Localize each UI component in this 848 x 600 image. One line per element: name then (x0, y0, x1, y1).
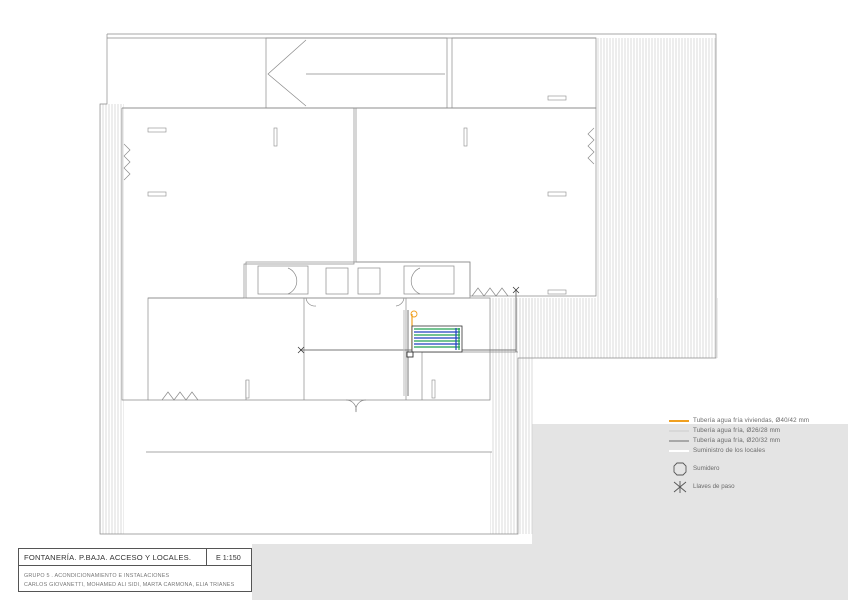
title-block: FONTANERÍA. P.BAJA. ACCESO Y LOCALES. E … (18, 548, 252, 592)
legend-swatch-light (669, 430, 689, 432)
legend-item-llave: Llaves de paso (666, 478, 842, 496)
wall-marker (147, 191, 167, 197)
stair-west (257, 265, 309, 295)
north-room (451, 37, 597, 109)
legend-swatch-grey (669, 440, 689, 442)
sheet-scale: E 1:150 (207, 549, 252, 566)
wall-marker (431, 379, 436, 399)
drawing-sheet: Tubería agua fría viviendas, Ø40/42 mm T… (0, 0, 848, 600)
pavement-hatch-left (100, 104, 124, 534)
north-ramp-room (265, 37, 448, 109)
wall-marker (245, 379, 250, 399)
lift-west (325, 267, 349, 295)
pavement-hatch-bottom (146, 400, 492, 452)
ramp-arrow (267, 39, 307, 107)
authors-line: CARLOS GIOVANETTI, MOHAMED ALI SIDI, MAR… (24, 582, 235, 588)
legend: Tubería agua fría viviendas, Ø40/42 mm T… (666, 416, 842, 496)
vent-symbol (471, 287, 509, 297)
wall-marker (147, 127, 167, 133)
legend-label: Tubería agua fría, Ø20/32 mm (693, 437, 781, 444)
legend-label: Sumidero (693, 465, 720, 472)
west-block (121, 107, 355, 401)
legend-item: Tubería agua fría, Ø26/28 mm (666, 426, 842, 436)
valve-icon (673, 481, 687, 493)
stair-curve (287, 267, 298, 295)
vent-symbol (123, 143, 131, 181)
pavement-hatch-right-top (596, 38, 716, 298)
floor-plan (99, 33, 718, 535)
vent-symbol (161, 391, 199, 401)
legend-item-sumidero: Sumidero (666, 460, 842, 478)
legend-label: Suministro de los locales (693, 447, 766, 454)
drain-symbol (406, 351, 414, 358)
sumidero-icon (673, 462, 687, 476)
legend-label: Tubería agua fría viviendas, Ø40/42 mm (693, 417, 810, 424)
wall-marker (547, 95, 567, 101)
stair-curve (410, 267, 421, 295)
legend-item: Tubería agua fría, Ø20/32 mm (666, 436, 842, 446)
sheet-title: FONTANERÍA. P.BAJA. ACCESO Y LOCALES. (19, 549, 207, 566)
legend-swatch-orange (669, 420, 689, 422)
legend-item: Tubería agua fría viviendas, Ø40/42 mm (666, 416, 842, 426)
wall-marker (547, 289, 567, 295)
legend-label: Tubería agua fría, Ø26/28 mm (693, 427, 781, 434)
meter-bank (411, 325, 463, 353)
legend-item: Suministro de los locales (666, 446, 842, 456)
group-line: GRUPO 5 . ACONDICIONAMIENTO E INSTALACIO… (24, 573, 170, 579)
wall-marker (273, 127, 278, 147)
wall-marker (547, 191, 567, 197)
lift-east (357, 267, 381, 295)
door-swing (305, 297, 317, 307)
legend-swatch-white (669, 450, 689, 452)
east-block (355, 107, 597, 297)
pavement-hatch-strip (518, 298, 718, 358)
vent-symbol (587, 127, 595, 165)
legend-label: Llaves de paso (693, 483, 735, 490)
door-swing (395, 297, 405, 307)
wall-marker (463, 127, 468, 147)
